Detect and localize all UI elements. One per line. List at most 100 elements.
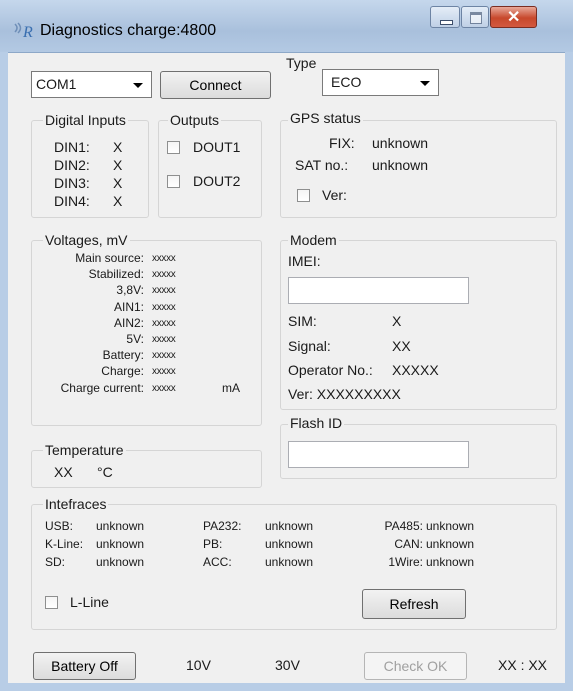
operator-value: XXXXX [392,362,439,378]
din4-value: X [113,193,123,209]
din2-value: X [113,157,123,173]
din1-label: DIN1: [54,139,90,155]
voltages-group [31,240,262,426]
voltage-value: xxxxx [152,334,176,345]
interface-value: unknown [426,555,475,569]
din2-label: DIN2: [54,157,90,173]
voltage-value: xxxxx [152,253,176,264]
interface-label: PB: [203,537,223,551]
voltages-legend: Voltages, mV [43,232,130,248]
dout2-checkbox[interactable] [167,175,180,188]
10v-label: 10V [186,657,211,673]
window-title: Diagnostics charge:4800 [40,22,217,39]
imei-label: IMEI: [288,253,321,269]
digital-inputs-group [31,120,149,218]
imei-field[interactable] [288,277,469,304]
din3-label: DIN3: [54,175,90,191]
svg-text:R: R [22,24,33,41]
app-icon: R [14,22,33,41]
interface-label: SD: [45,555,66,569]
din4-label: DIN4: [54,193,90,209]
temperature-legend: Temperature [43,442,126,458]
signal-value: XX [392,338,411,354]
modem-legend: Modem [288,232,339,248]
din3-value: X [113,175,123,191]
com-port-value: COM1 [36,76,77,92]
flash-legend: Flash ID [288,415,345,431]
interfaces-legend: Intefraces [43,496,109,512]
voltage-unit: mA [222,380,240,395]
refresh-button[interactable]: Refresh [362,589,466,619]
voltage-label: Charge current: [60,380,144,395]
sim-value: X [392,313,402,329]
interface-label: ACC: [203,555,232,569]
gps-fix-value: unknown [372,135,429,151]
gps-ver-checkbox[interactable] [297,189,310,202]
title-bar[interactable]: R Diagnostics charge:4800 ✕ [0,0,573,53]
flash-id-field[interactable] [288,441,469,468]
interface-label: K-Line: [45,537,84,551]
close-button[interactable]: ✕ [490,6,537,28]
type-legend: Type [286,55,317,71]
voltage-label: AIN2: [113,315,144,330]
temperature-unit: °C [97,464,113,480]
modem-version: Ver: XXXXXXXXX [288,386,401,402]
interface-value: unknown [265,537,314,551]
sim-label: SIM: [288,313,317,329]
interface-value: unknown [265,555,314,569]
voltage-label: Stabilized: [88,267,144,282]
interface-label: PA485: [384,519,423,533]
voltage-value: xxxxx [152,285,176,297]
interface-value: unknown [426,519,475,533]
close-icon: ✕ [507,9,521,26]
com-port-select[interactable]: COM1 [31,71,152,98]
maximize-icon [470,12,482,24]
l-line-checkbox[interactable] [45,596,58,609]
gps-sat-label: SAT no.: [295,157,349,173]
dout1-label: DOUT1 [193,139,241,155]
interface-value: unknown [96,555,145,569]
dout2-label: DOUT2 [193,173,241,189]
dout1-checkbox[interactable] [167,141,180,154]
interface-value: unknown [265,519,314,533]
chevron-down-icon [420,81,430,86]
gps-sat-value: unknown [372,157,429,173]
type-value: ECO [331,74,362,90]
gps-fix-label: FIX: [329,135,355,151]
interface-label: USB: [45,519,74,533]
voltage-value: xxxxx [152,366,176,378]
voltage-value: xxxxx [152,269,176,281]
operator-label: Operator No.: [288,362,373,378]
check-ok-button[interactable]: Check OK [364,652,467,680]
maximize-button[interactable] [461,6,489,28]
voltage-value: xxxxx [152,382,176,394]
voltage-label: Main source: [75,251,144,265]
30v-label: 30V [275,657,300,673]
minimize-button[interactable] [430,6,460,28]
gps-legend: GPS status [288,110,363,126]
window-frame-right [565,52,573,691]
l-line-label: L-Line [70,594,109,610]
minimize-icon [440,20,453,25]
temperature-value: XX [54,464,73,480]
voltage-label: Charge: [101,364,144,379]
type-select[interactable]: ECO [322,69,439,96]
din1-value: X [113,139,123,155]
interface-label: 1Wire: [388,555,423,569]
connect-button[interactable]: Connect [160,71,271,99]
modem-group [280,240,557,410]
battery-off-button[interactable]: Battery Off [33,652,136,680]
voltage-label: 3,8V: [116,283,144,298]
outputs-legend: Outputs [168,112,222,128]
interface-value: unknown [426,537,475,551]
signal-label: Signal: [288,338,331,354]
voltage-value: xxxxx [152,301,176,313]
window-frame-bottom [0,683,573,691]
interface-label: PA232: [203,519,242,533]
digital-inputs-legend: Digital Inputs [43,112,128,128]
interface-value: unknown [96,537,145,551]
chevron-down-icon [133,83,143,88]
window-frame-left [0,52,8,691]
voltage-value: xxxxx [152,350,176,362]
time-display: XX : XX [498,657,548,673]
